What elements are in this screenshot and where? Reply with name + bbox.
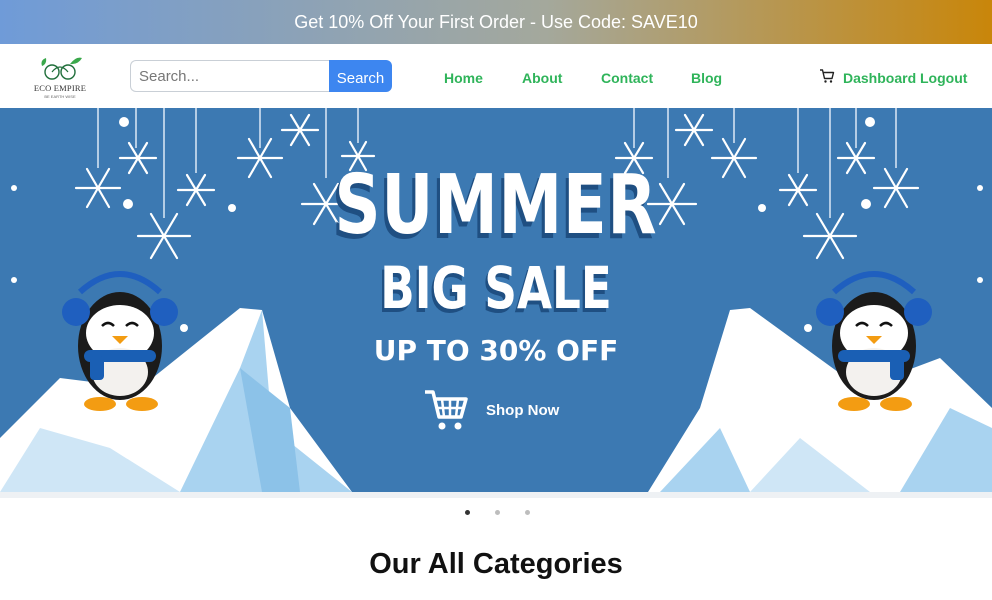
search-button[interactable]: Search [329,60,392,92]
carousel-dot-1[interactable] [465,510,470,515]
logo-name: ECO EMPIRE [33,83,87,93]
hero-title-summer: SUMMER [334,158,658,253]
logo-tagline: BE EARTH WISE [44,94,76,99]
shop-now-link[interactable]: Shop Now [486,402,559,419]
hero-subtitle-discount: UP TO 30% OFF [373,334,619,367]
leaf-logo-icon [41,57,82,80]
promo-banner: Get 10% Off Your First Order - Use Code:… [0,0,992,44]
nav-logout[interactable]: Logout [920,70,967,86]
nav-home[interactable]: Home [444,70,483,86]
cart-icon[interactable] [819,68,835,84]
hero-banner[interactable]: SUMMER BIG SALE UP TO 30% OFF Shop Now [0,108,992,492]
hero-title-big-sale: BIG SALE [380,254,612,322]
carousel-dot-2[interactable] [495,510,500,515]
categories-heading: Our All Categories [369,548,623,580]
nav-about[interactable]: About [522,70,562,86]
shopping-cart-icon[interactable] [422,386,470,434]
nav-contact[interactable]: Contact [601,70,653,86]
nav-dashboard[interactable]: Dashboard [843,70,916,86]
hero-divider [0,492,992,498]
logo[interactable]: ECO EMPIRE BE EARTH WISE [30,54,90,102]
site-header: ECO EMPIRE BE EARTH WISE Search Home Abo… [0,44,992,108]
promo-text: Get 10% Off Your First Order - Use Code:… [294,11,698,32]
carousel-dot-3[interactable] [525,510,530,515]
search-input[interactable] [130,60,330,92]
nav-blog[interactable]: Blog [691,70,722,86]
